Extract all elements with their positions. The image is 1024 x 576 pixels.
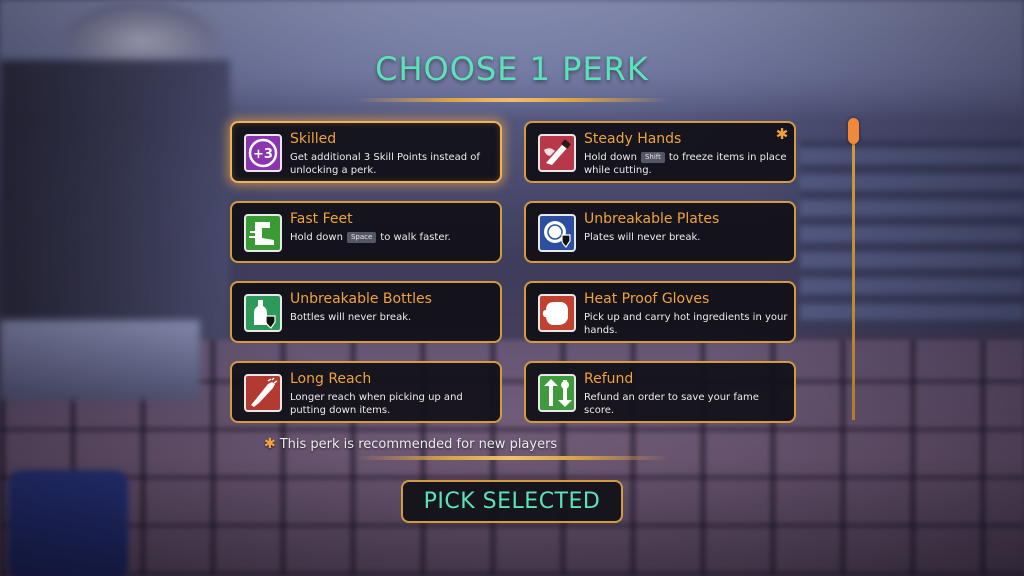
title-divider: [356, 98, 668, 102]
knife-hand-icon: [538, 134, 576, 172]
scrollbar-track[interactable]: [852, 128, 855, 420]
scrollbar-thumb[interactable]: [848, 118, 859, 144]
glove-icon: [538, 294, 576, 332]
svg-text:+3: +3: [253, 147, 273, 162]
page-title: CHOOSE 1 PERK: [375, 50, 649, 88]
perk-name: Long Reach: [290, 371, 372, 387]
perk-name: Unbreakable Plates: [584, 211, 720, 227]
shift-key-icon: Shift: [640, 152, 665, 163]
perk-description: Bottles will never break.: [290, 312, 412, 323]
perk-name: Unbreakable Bottles: [290, 291, 432, 307]
perk-card-long-reach[interactable]: Long Reach Longer reach when picking up …: [230, 361, 502, 423]
recommended-note: ✱ This perk is recommended for new player…: [264, 436, 558, 452]
recommended-star-icon: ✱: [775, 125, 789, 143]
foot-icon: [244, 214, 282, 252]
perk-name: Skilled: [290, 131, 337, 147]
perk-card-refund[interactable]: Refund Refund an order to save your fame…: [524, 361, 796, 423]
bottom-divider: [356, 456, 668, 460]
perk-card-skilled[interactable]: +3 Skilled Get additional 3 Skill Points…: [230, 121, 502, 183]
perk-card-unbreakable-plates[interactable]: Unbreakable Plates Plates will never bre…: [524, 201, 796, 263]
arm-reach-icon: [244, 374, 282, 412]
perk-description: Hold down Space to walk faster.: [290, 232, 451, 243]
refund-arrows-icon: [538, 374, 576, 412]
plus-three-icon: +3: [244, 134, 282, 172]
perk-name: Refund: [584, 371, 634, 387]
recommended-star-icon: ✱: [264, 436, 276, 452]
perk-card-steady-hands[interactable]: Steady Hands Hold down Shift to freeze ite…: [524, 121, 796, 183]
perk-card-unbreakable-bottles[interactable]: Unbreakable Bottles Bottles will never b…: [230, 281, 502, 343]
bottle-shield-icon: [244, 294, 282, 332]
perk-description: Pick up and carry hot ingredients in you…: [584, 312, 788, 336]
perk-card-fast-feet[interactable]: Fast Feet Hold down Space to walk faster.: [230, 201, 502, 263]
perk-description: Hold down Shift to freeze items in place w…: [584, 152, 787, 176]
perk-name: Steady Hands: [584, 131, 682, 147]
perk-description: Plates will never break.: [584, 232, 701, 243]
perk-name: Heat Proof Gloves: [584, 291, 710, 307]
perk-card-heat-proof-gloves[interactable]: Heat Proof Gloves Pick up and carry hot …: [524, 281, 796, 343]
perk-description: Get additional 3 Skill Points instead of…: [290, 152, 480, 176]
plate-shield-icon: [538, 214, 576, 252]
pick-selected-button[interactable]: PICK SELECTED: [401, 480, 623, 523]
space-key-icon: Space: [346, 232, 377, 243]
perk-name: Fast Feet: [290, 211, 353, 227]
perk-description: Longer reach when picking up and putting…: [290, 392, 463, 416]
perk-description: Refund an order to save your fame score.: [584, 392, 759, 416]
